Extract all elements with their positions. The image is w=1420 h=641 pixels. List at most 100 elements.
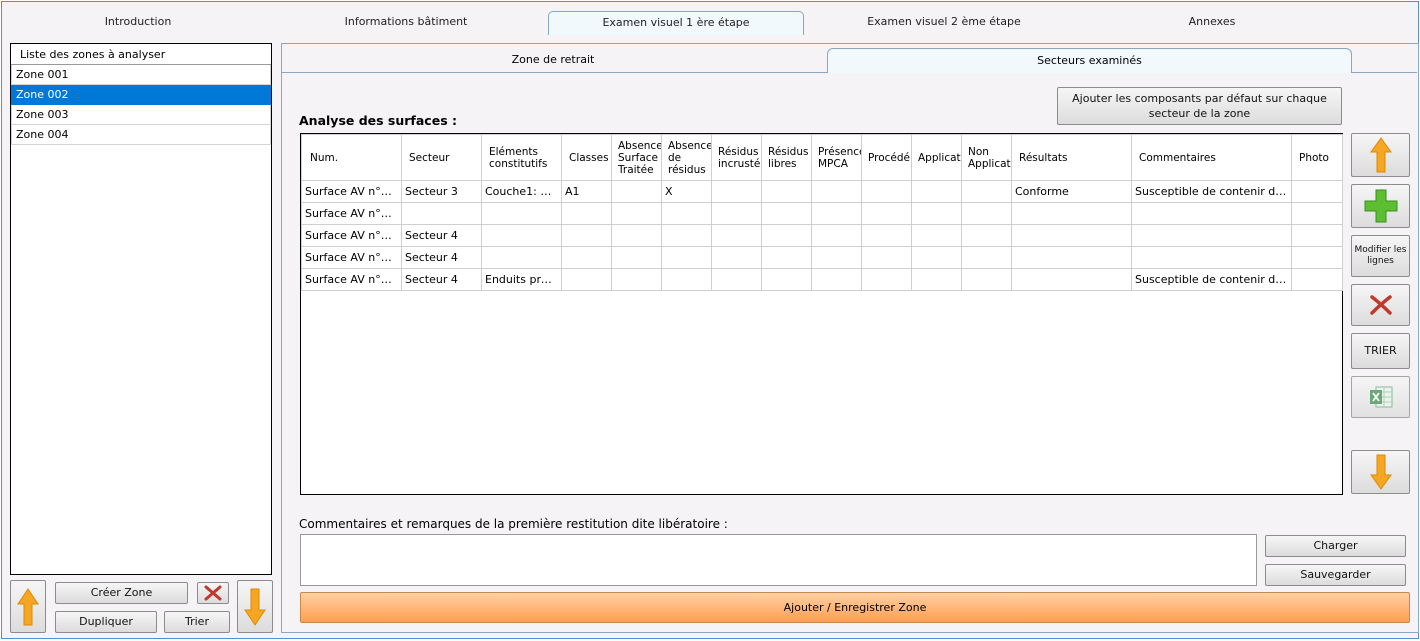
table-cell[interactable]: [481, 202, 562, 225]
column-header[interactable]: Absence de résidus: [661, 134, 712, 181]
table-cell[interactable]: [1291, 268, 1343, 291]
table-cell[interactable]: [961, 246, 1012, 269]
table-cell[interactable]: [481, 224, 562, 247]
zone-move-down-button[interactable]: [237, 580, 273, 633]
table-cell[interactable]: Couche1: Pl...: [481, 180, 562, 203]
table-cell[interactable]: [761, 246, 812, 269]
table-cell[interactable]: Conforme: [1011, 180, 1132, 203]
column-header[interactable]: Secteur: [401, 134, 482, 181]
table-cell[interactable]: [911, 180, 962, 203]
table-cell[interactable]: Secteur 4: [401, 246, 482, 269]
table-cell[interactable]: [911, 268, 962, 291]
table-cell[interactable]: [711, 180, 762, 203]
table-cell[interactable]: [661, 202, 712, 225]
table-cell[interactable]: Susceptible de contenir de l...: [1131, 268, 1292, 291]
table-row[interactable]: Surface AV n°005 Secteur 4 Enduits proj...…: [301, 268, 1343, 291]
table-cell[interactable]: [711, 246, 762, 269]
table-cell[interactable]: [1291, 224, 1343, 247]
table-cell[interactable]: [811, 202, 862, 225]
table-cell[interactable]: [611, 180, 662, 203]
zone-item[interactable]: Zone 004: [11, 125, 271, 145]
tab-informations-batiment[interactable]: Informations bâtiment: [288, 11, 524, 35]
table-cell[interactable]: [561, 202, 612, 225]
table-cell[interactable]: [1011, 268, 1132, 291]
save-button[interactable]: Sauvegarder: [1265, 564, 1406, 586]
column-header[interactable]: Application: [911, 134, 962, 181]
zone-item-selected[interactable]: Zone 002: [11, 85, 271, 105]
delete-row-button[interactable]: [1351, 284, 1410, 326]
table-cell[interactable]: [861, 268, 912, 291]
table-cell[interactable]: [761, 180, 812, 203]
table-cell[interactable]: [811, 268, 862, 291]
table-cell[interactable]: [761, 224, 812, 247]
table-cell[interactable]: [561, 268, 612, 291]
table-cell[interactable]: [811, 246, 862, 269]
table-cell[interactable]: [711, 202, 762, 225]
table-cell[interactable]: [761, 268, 812, 291]
table-cell[interactable]: [811, 224, 862, 247]
table-cell[interactable]: [911, 224, 962, 247]
table-cell[interactable]: [1291, 180, 1343, 203]
column-header[interactable]: Résidus libres: [761, 134, 812, 181]
add-row-button[interactable]: [1351, 184, 1410, 228]
column-header[interactable]: Commentaires: [1131, 134, 1292, 181]
table-cell[interactable]: [911, 202, 962, 225]
sort-zones-button[interactable]: Trier: [164, 611, 230, 633]
table-cell[interactable]: [401, 202, 482, 225]
table-cell[interactable]: [861, 202, 912, 225]
table-cell[interactable]: [911, 246, 962, 269]
table-cell[interactable]: Susceptible de contenir de l...: [1131, 180, 1292, 203]
row-move-up-button[interactable]: [1351, 133, 1410, 177]
table-cell[interactable]: [1011, 224, 1132, 247]
table-cell[interactable]: [1131, 246, 1292, 269]
table-cell[interactable]: X: [661, 180, 712, 203]
table-cell[interactable]: A1: [561, 180, 612, 203]
delete-zone-button[interactable]: [197, 582, 229, 604]
tab-annexes[interactable]: Annexes: [1094, 11, 1330, 35]
table-cell[interactable]: [961, 202, 1012, 225]
zone-item[interactable]: Zone 003: [11, 105, 271, 125]
table-cell[interactable]: [961, 268, 1012, 291]
table-cell[interactable]: [661, 268, 712, 291]
zone-item[interactable]: Zone 001: [11, 65, 271, 85]
table-cell[interactable]: Surface AV n°002: [301, 202, 402, 225]
table-cell[interactable]: Secteur 4: [401, 268, 482, 291]
table-cell[interactable]: [661, 224, 712, 247]
table-cell[interactable]: [1011, 202, 1132, 225]
export-excel-button[interactable]: [1351, 376, 1410, 418]
column-header[interactable]: Résultats: [1011, 134, 1132, 181]
tab-zone-de-retrait[interactable]: Zone de retrait: [283, 48, 823, 73]
column-header[interactable]: Classes: [561, 134, 612, 181]
table-cell[interactable]: [761, 202, 812, 225]
modify-rows-button[interactable]: Modifier les lignes: [1351, 235, 1410, 277]
tab-secteurs-examines[interactable]: Secteurs examinés: [827, 48, 1352, 73]
table-cell[interactable]: [1131, 202, 1292, 225]
column-header[interactable]: Num.: [301, 134, 402, 181]
column-header[interactable]: Eléments constitutifs: [481, 134, 562, 181]
table-cell[interactable]: Enduits proj...: [481, 268, 562, 291]
table-cell[interactable]: [861, 180, 912, 203]
table-cell[interactable]: [1131, 224, 1292, 247]
table-cell[interactable]: [811, 180, 862, 203]
table-cell[interactable]: [561, 246, 612, 269]
column-header[interactable]: Résidus incrustés: [711, 134, 762, 181]
table-cell[interactable]: [961, 224, 1012, 247]
table-cell[interactable]: [711, 224, 762, 247]
table-cell[interactable]: [661, 246, 712, 269]
duplicate-zone-button[interactable]: Dupliquer: [55, 611, 157, 633]
table-cell[interactable]: [611, 246, 662, 269]
table-cell[interactable]: [611, 202, 662, 225]
column-header[interactable]: Procédé: [861, 134, 912, 181]
table-cell[interactable]: Secteur 4: [401, 224, 482, 247]
table-cell[interactable]: [1291, 202, 1343, 225]
table-cell[interactable]: [481, 246, 562, 269]
table-cell[interactable]: [611, 224, 662, 247]
table-cell[interactable]: Surface AV n°005: [301, 268, 402, 291]
table-row[interactable]: Surface AV n°004 Secteur 4: [301, 246, 1343, 269]
column-header[interactable]: Non Application: [961, 134, 1012, 181]
table-cell[interactable]: [561, 224, 612, 247]
zone-move-up-button[interactable]: [10, 580, 46, 633]
table-row[interactable]: Surface AV n°003 Secteur 4: [301, 224, 1343, 247]
table-cell[interactable]: [861, 224, 912, 247]
table-row[interactable]: Surface AV n°001 Secteur 3 Couche1: Pl... A…: [301, 180, 1343, 203]
